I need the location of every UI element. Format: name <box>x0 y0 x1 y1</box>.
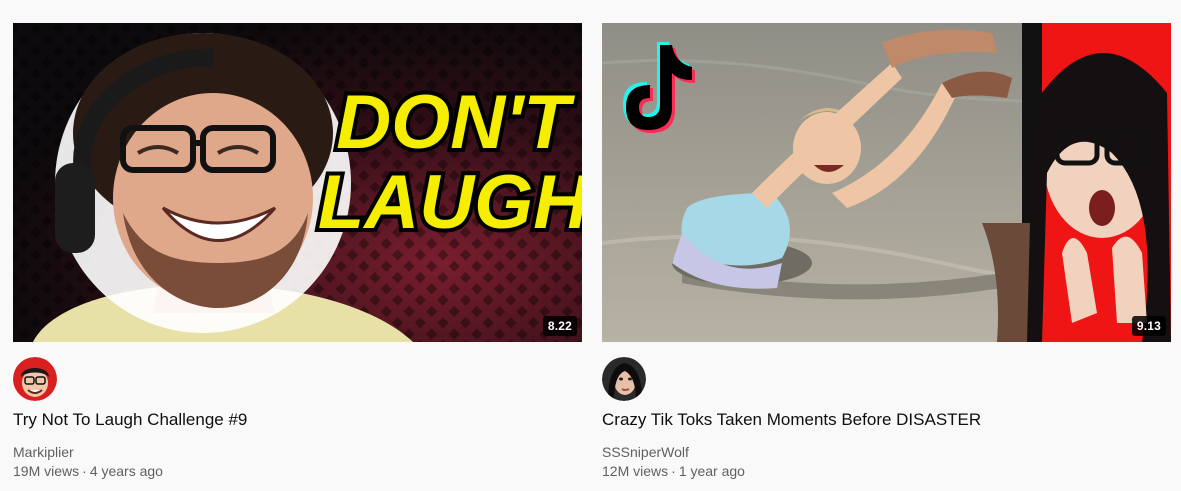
duration-badge: 9.13 <box>1131 316 1166 336</box>
svg-text:DON'T: DON'T <box>336 80 575 165</box>
video-card[interactable]: 9.13 Crazy Tik Toks Taken Moments Before… <box>602 23 1171 479</box>
video-meta: Try Not To Laugh Challenge #9 Markiplier… <box>13 342 582 479</box>
channel-avatar[interactable] <box>13 357 57 401</box>
avatar-image <box>602 357 646 401</box>
thumbnail-image: DON'T LAUGH <box>13 23 582 342</box>
video-stats: 12M views · 1 year ago <box>602 462 745 480</box>
thumbnail-text: DON'T LAUGH <box>314 76 582 249</box>
video-thumbnail[interactable]: DON'T LAUGH 8.22 <box>13 23 582 342</box>
separator: · <box>82 463 87 479</box>
video-meta: Crazy Tik Toks Taken Moments Before DISA… <box>602 342 1171 479</box>
duration-badge: 8.22 <box>542 316 577 336</box>
video-title[interactable]: Try Not To Laugh Challenge #9 <box>13 408 247 432</box>
view-count: 19M views <box>13 463 80 479</box>
video-card[interactable]: DON'T LAUGH 8.22 Try Not To Laugh Challe… <box>13 23 582 479</box>
video-stats: 19M views · 4 years ago <box>13 462 163 480</box>
thumbnail-image <box>602 23 1171 342</box>
separator: · <box>671 463 676 479</box>
video-grid: DON'T LAUGH 8.22 Try Not To Laugh Challe… <box>0 0 1181 491</box>
channel-name[interactable]: SSSniperWolf <box>602 443 689 461</box>
channel-avatar[interactable] <box>602 357 646 401</box>
svg-text:LAUGH: LAUGH <box>318 160 582 245</box>
video-title[interactable]: Crazy Tik Toks Taken Moments Before DISA… <box>602 408 981 432</box>
upload-age: 4 years ago <box>89 463 163 479</box>
avatar-image <box>13 357 57 401</box>
upload-age: 1 year ago <box>678 463 745 479</box>
video-thumbnail[interactable]: 9.13 <box>602 23 1171 342</box>
view-count: 12M views <box>602 463 669 479</box>
channel-name[interactable]: Markiplier <box>13 443 74 461</box>
